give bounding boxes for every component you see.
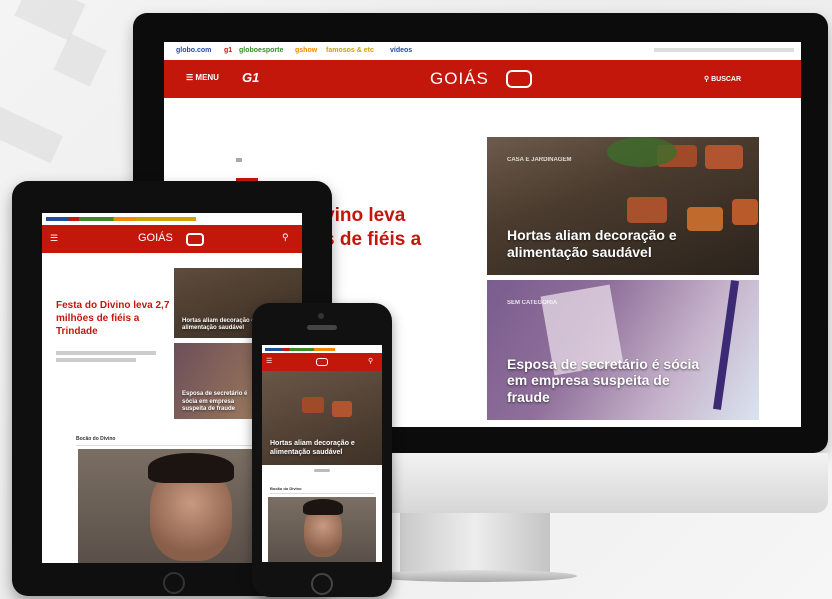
search-icon[interactable]: ⚲ [282,232,289,243]
background-shape [53,33,107,87]
phone-card-hortas[interactable]: Hortas aliam decoração e alimentação sau… [262,371,382,465]
headline-line-2: s de fiéis a [324,228,422,250]
news-card-hortas[interactable]: CASA E JARDINAGEM Hortas aliam decoração… [487,137,759,275]
phone-speaker [307,325,337,330]
phone-video-thumbnail[interactable] [268,497,376,562]
desktop-monitor-base [372,570,577,582]
tv-anhanguera-logo-icon [316,358,328,366]
plant-pot-image [705,145,743,169]
crane-image [712,280,740,410]
tablet-headline[interactable]: Festa do Divino leva 2,7 milhões de fiéi… [56,299,171,338]
card-title: Esposa de secretário é sócia em empresa … [507,355,700,406]
phone-nav-links [265,348,335,351]
headline-line-1: vino leva [324,205,406,226]
tablet-section-label: Bocão do Divino [76,436,116,442]
desktop-monitor-stand [400,513,550,575]
headline-marker [236,158,242,162]
background-shape [0,106,64,164]
plant-pot-image [332,401,352,417]
phone-section-label: Bocão do Divino [270,486,302,491]
card-title: Hortas aliam decoração e alimentação sau… [507,227,677,261]
phone-section-divider [270,493,374,494]
plant-pot-image [627,197,667,223]
carousel-dots[interactable] [314,469,330,472]
nav-link-g1[interactable]: g1 [224,47,232,54]
search-label: BUSCAR [711,76,742,83]
person-hair-image [148,453,234,483]
hamburger-icon: ☰ [186,73,194,82]
tv-anhanguera-logo-icon [506,70,532,88]
person-hair-image [303,499,343,515]
hamburger-icon[interactable]: ☰ [266,357,272,365]
phone-header: ☰ ⚲ [262,353,382,371]
nav-link-globo[interactable]: globo.com [176,47,211,54]
hamburger-icon[interactable]: ☰ [50,233,58,244]
phone-camera-icon [318,313,324,319]
search-icon: ⚲ [704,76,710,83]
search-icon[interactable]: ⚲ [368,357,373,365]
phone-home-button[interactable] [311,573,333,595]
region-title: GOIÁS [430,69,489,88]
tablet-home-button[interactable] [163,572,185,594]
plant-pot-image [302,397,324,413]
tv-anhanguera-logo-icon [186,233,204,246]
tablet-summary [56,358,136,362]
tablet-summary [56,351,156,355]
news-card-esposa[interactable]: SEM CATEGORIA Esposa de secretário é sóc… [487,280,759,420]
tablet-header: ☰ GOIÁS ⚲ [42,225,302,253]
desktop-top-nav: globo.com g1 globoesporte gshow famosos … [164,42,801,61]
card-title: Esposa de secretário é sócia em empresa … [182,391,248,412]
nav-link-videos[interactable]: vídeos [390,47,412,54]
phone-screen: ☰ ⚲ Hortas aliam decoração e alimentação… [262,345,382,562]
plant-pot-image [732,199,758,225]
main-headline[interactable]: vino leva s de fiéis a [324,204,421,252]
tablet-region-title: GOIÁS [138,232,173,244]
g1-logo[interactable]: G1 [242,70,259,85]
menu-button[interactable]: ☰ MENU [186,73,219,82]
card-title: Hortas aliam decoração e alimentação sau… [270,440,355,456]
nav-link-gshow[interactable]: gshow [295,47,317,54]
nav-link-famosos[interactable]: famosos & etc [326,47,374,54]
search-button[interactable]: ⚲ BUSCAR [704,75,741,83]
nav-link-globoesporte[interactable]: globoesporte [239,47,283,54]
plant-pot-image [687,207,723,231]
tablet-nav-links [46,217,196,221]
plant-foliage-image [607,137,677,167]
card-kicker: SEM CATEGORIA [507,300,558,306]
menu-label: MENU [195,73,219,82]
desktop-header: ☰ MENU G1 GOIÁS ⚲ BUSCAR [164,60,801,98]
card-kicker: CASA E JARDINAGEM [507,157,572,163]
top-nav-right-links [654,48,794,52]
